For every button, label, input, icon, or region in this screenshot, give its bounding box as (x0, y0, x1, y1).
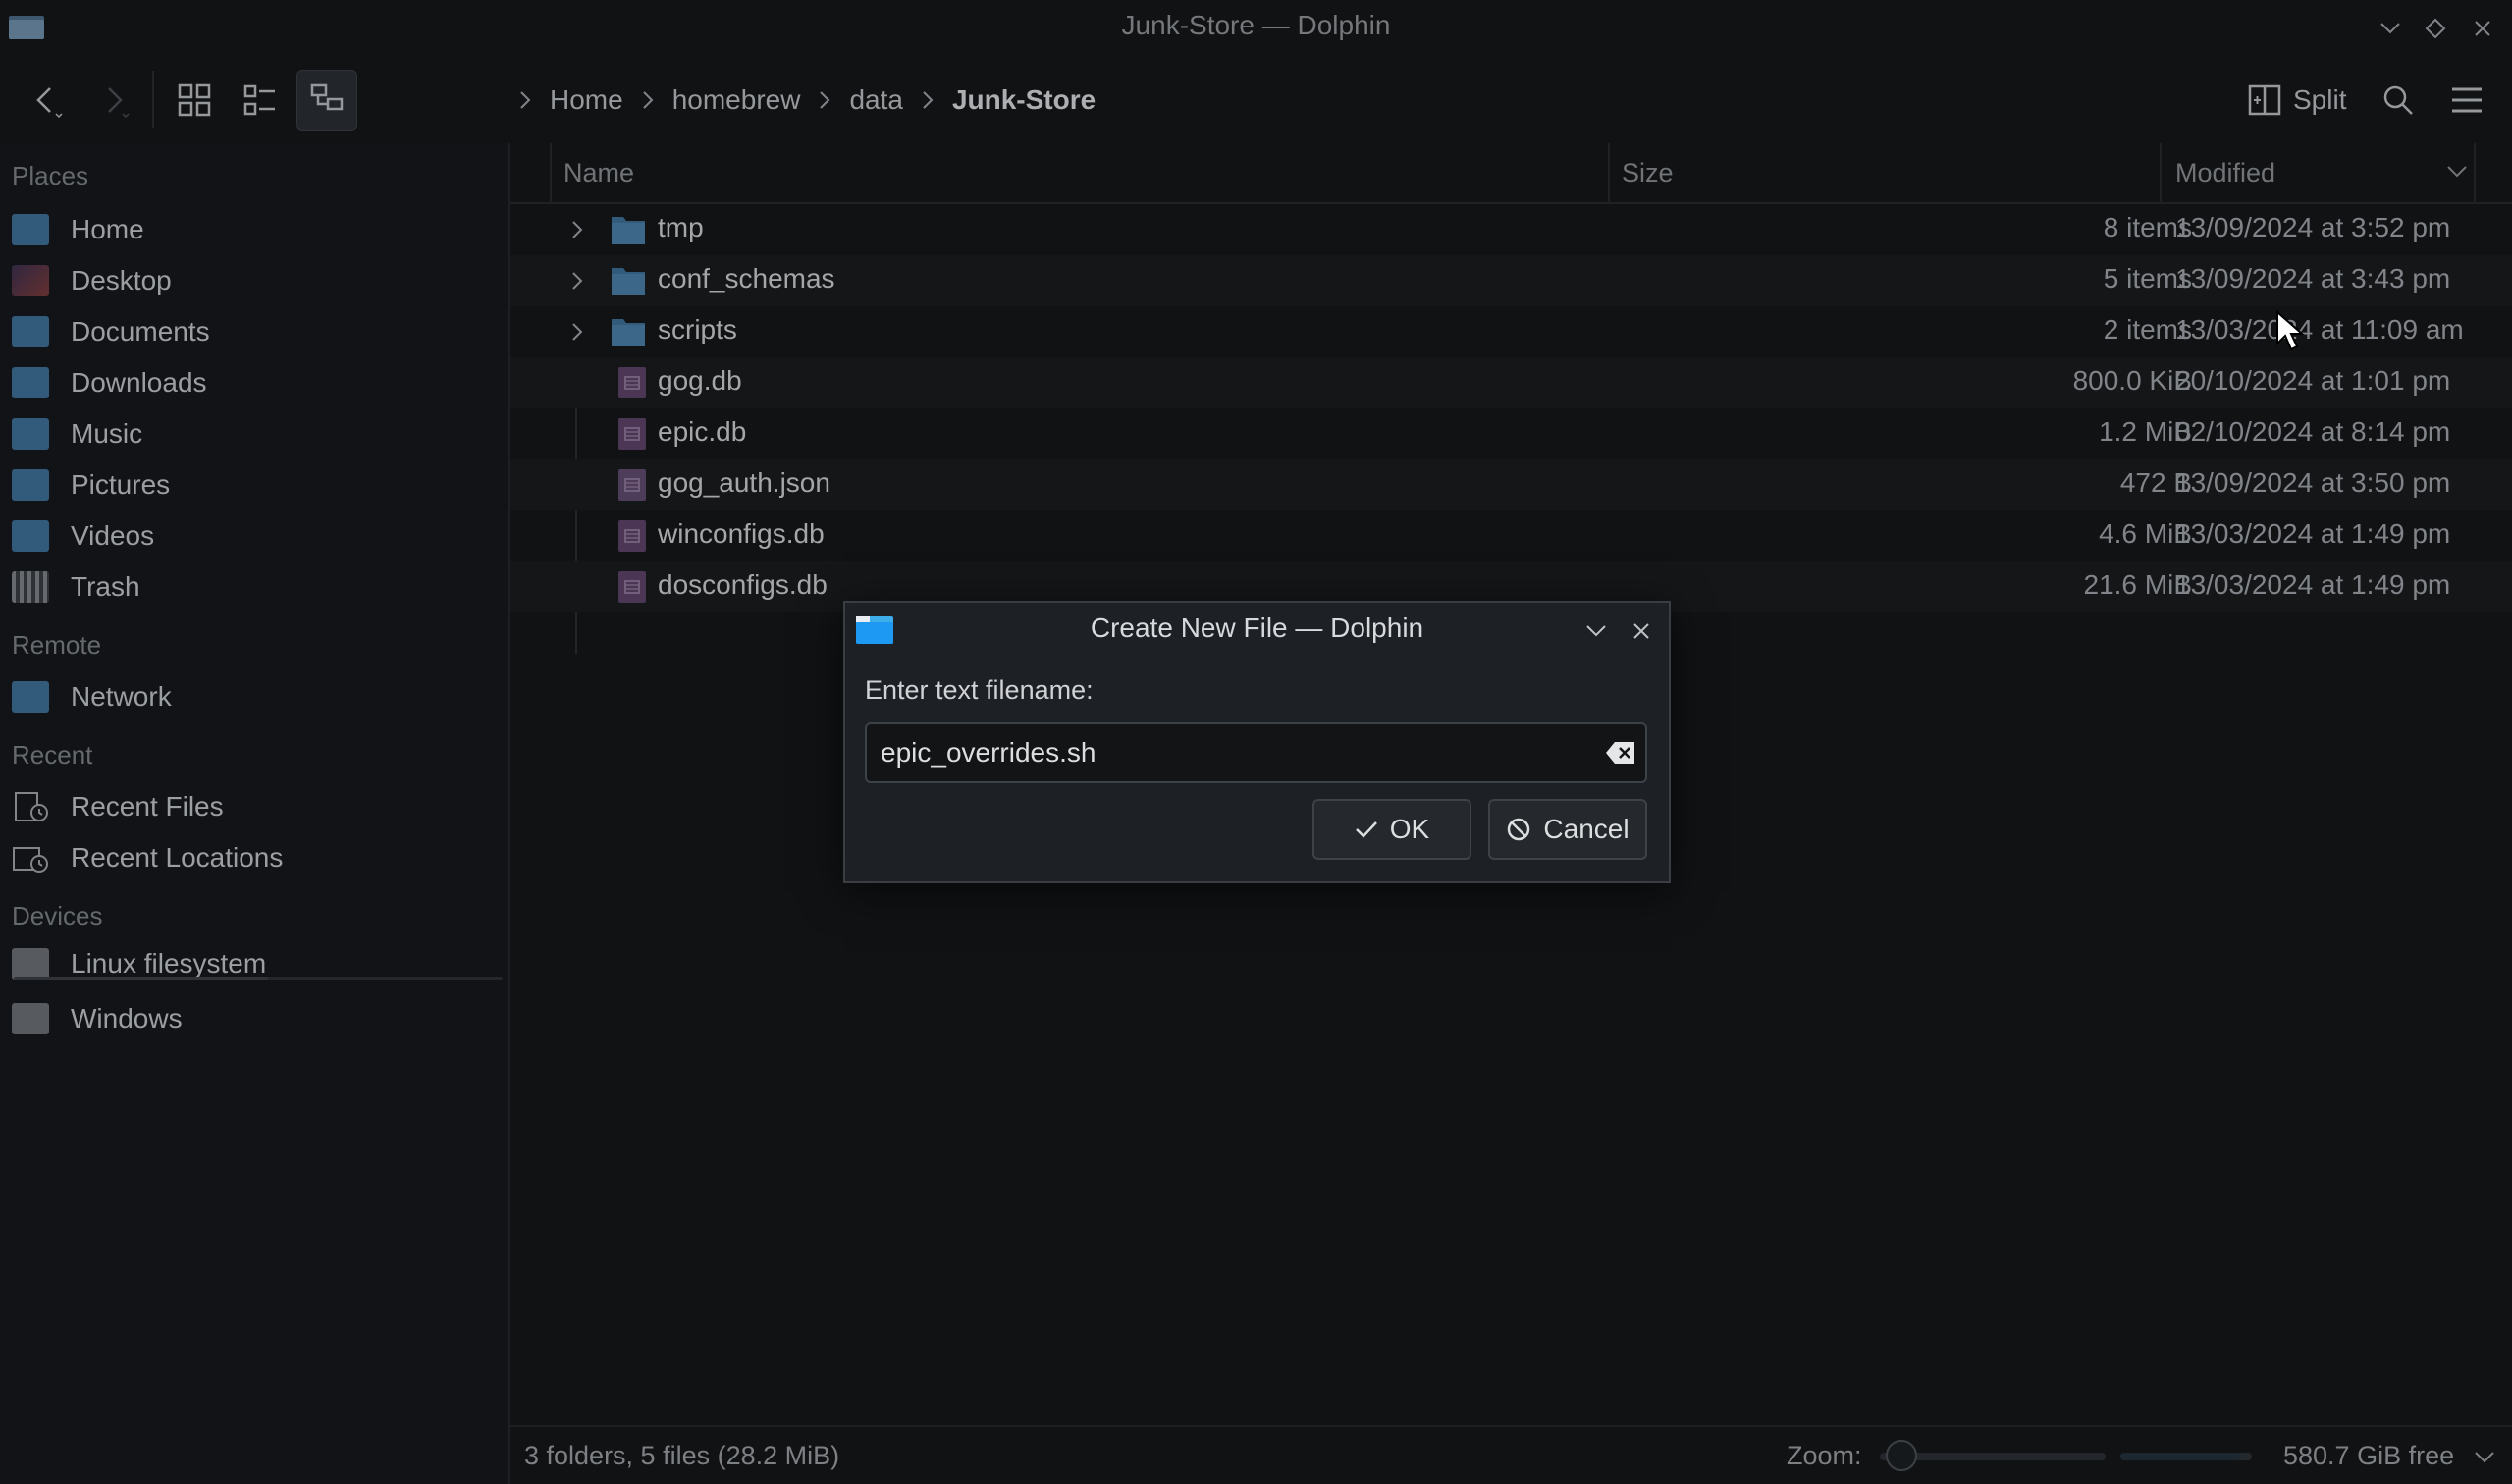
cancel-button[interactable]: Cancel (1488, 799, 1647, 860)
mouse-cursor-icon (2276, 310, 2305, 351)
filename-input[interactable]: epic_overrides.sh (865, 722, 1647, 783)
cancel-label: Cancel (1543, 814, 1630, 844)
cancel-icon (1508, 818, 1530, 841)
dialog-close-button[interactable] (1625, 614, 1658, 648)
checkmark-icon (1355, 822, 1377, 838)
filename-prompt: Enter text filename: (865, 675, 1094, 705)
ok-button[interactable]: OK (1312, 799, 1471, 860)
clear-text-button[interactable] (1605, 738, 1636, 768)
ok-label: OK (1389, 814, 1430, 844)
dialog-title: Create New File — Dolphin (1090, 612, 1424, 643)
clear-text-icon (1606, 742, 1634, 764)
chevron-down-icon (1586, 625, 1606, 637)
create-new-file-dialog: Create New File — Dolphin Enter text fil… (843, 601, 1671, 883)
close-icon (1633, 623, 1649, 639)
dialog-minimize-button[interactable] (1579, 614, 1613, 648)
